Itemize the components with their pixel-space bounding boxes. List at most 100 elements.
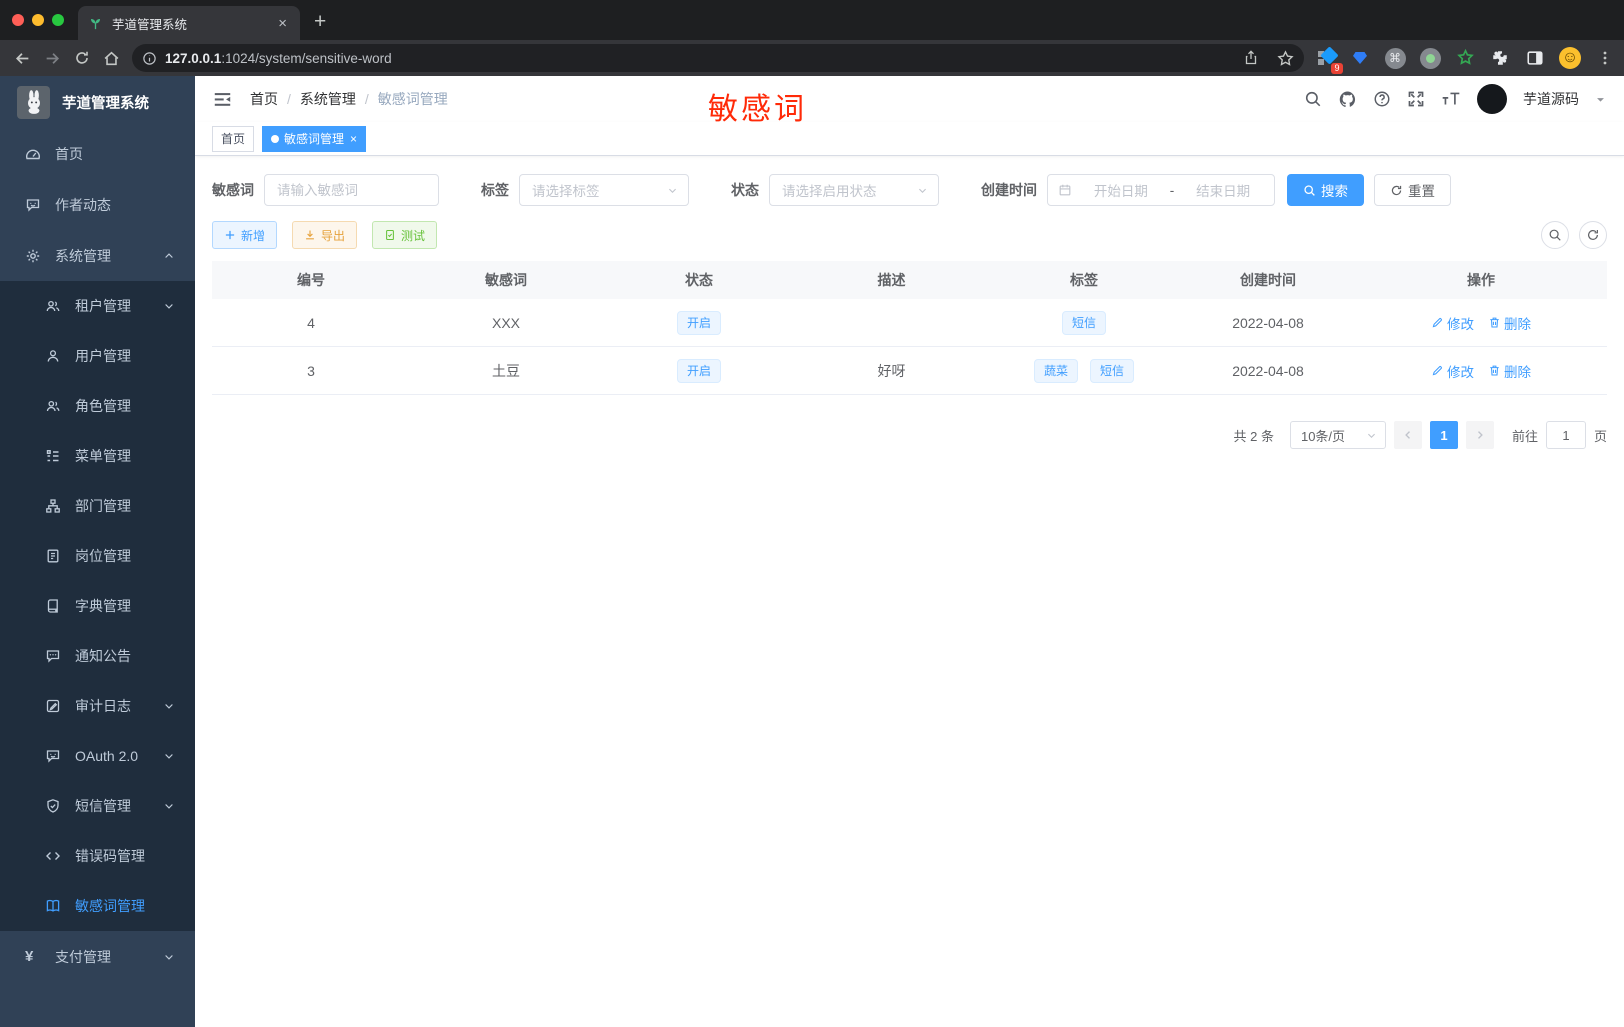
gem-extension-icon[interactable] — [1349, 47, 1371, 69]
test-button[interactable]: 测试 — [372, 221, 438, 249]
reload-icon[interactable] — [67, 44, 97, 72]
chevron-down-icon — [917, 185, 928, 196]
new-tab-button[interactable]: + — [314, 10, 326, 34]
command-extension-icon[interactable]: ⌘ — [1384, 47, 1406, 69]
profile-avatar-smiley[interactable]: ☺ — [1559, 47, 1581, 69]
page-size-select[interactable]: 10条/页 — [1289, 421, 1386, 449]
fullscreen-icon[interactable] — [1407, 90, 1425, 108]
sidebar-item-role[interactable]: 角色管理 — [0, 381, 195, 431]
header-search-icon[interactable] — [1304, 90, 1322, 108]
reset-button[interactable]: 重置 — [1374, 174, 1451, 206]
sidebar-item-post[interactable]: 岗位管理 — [0, 531, 195, 581]
browser-menu-icon[interactable] — [1594, 47, 1616, 69]
url-path: :1024/system/sensitive-word — [221, 50, 392, 66]
code-icon — [45, 848, 61, 864]
table-refresh-icon[interactable] — [1579, 221, 1607, 249]
rabbit-logo — [17, 85, 50, 119]
share-icon[interactable] — [1243, 50, 1259, 66]
page-number-current[interactable]: 1 — [1429, 421, 1458, 449]
sidebar-item-label: 敏感词管理 — [75, 898, 145, 914]
sidebar-item-dept[interactable]: 部门管理 — [0, 481, 195, 531]
page-content: 敏感词 标签 请选择标签 状态 请选择启用状态 — [195, 156, 1624, 1027]
github-icon[interactable] — [1338, 90, 1357, 109]
sidebar-item-errcode[interactable]: 错误码管理 — [0, 831, 195, 881]
cell-word: 土豆 — [492, 362, 520, 379]
bookmark-star-icon[interactable] — [1277, 49, 1294, 67]
app-title: 芋道管理系统 — [62, 95, 149, 112]
breadcrumb-system[interactable]: 系统管理 — [300, 89, 356, 109]
tag-label: 标签 — [481, 182, 509, 198]
sidebar-item-audit-log[interactable]: 审计日志 — [0, 681, 195, 731]
chevron-down-icon — [667, 185, 678, 196]
goto-page-input[interactable] — [1545, 421, 1586, 449]
back-icon[interactable] — [8, 44, 38, 72]
username[interactable]: 芋道源码 — [1523, 89, 1579, 109]
help-icon[interactable] — [1373, 90, 1391, 108]
sidebar-item-label: 角色管理 — [75, 398, 131, 414]
sidebar-item-oauth[interactable]: OAuth 2.0 — [0, 731, 195, 781]
sidebar-item-author-news[interactable]: 作者动态 — [0, 179, 195, 230]
add-button[interactable]: 新增 — [212, 221, 278, 249]
sidebar-item-dict[interactable]: 字典管理 — [0, 581, 195, 631]
zoom-window-button[interactable] — [52, 14, 64, 26]
collapse-sidebar-icon[interactable] — [213, 90, 232, 109]
export-button[interactable]: 导出 — [292, 221, 358, 249]
keyword-input[interactable] — [265, 182, 438, 198]
sidebar-item-sms[interactable]: 短信管理 — [0, 781, 195, 831]
sidebar-item-user[interactable]: 用户管理 — [0, 331, 195, 381]
tag-select[interactable]: 请选择标签 — [519, 174, 689, 206]
home-icon[interactable] — [97, 44, 127, 72]
chevron-down-icon — [163, 700, 175, 712]
caret-down-icon[interactable] — [1595, 94, 1606, 105]
keyword-input-wrap — [264, 174, 439, 206]
edit-link[interactable]: 修改 — [1431, 361, 1474, 381]
table-search-toggle-icon[interactable] — [1541, 221, 1569, 249]
search-button[interactable]: 搜索 — [1287, 174, 1364, 206]
tag-sensitive-word[interactable]: 敏感词管理 × — [262, 125, 367, 152]
minimize-window-button[interactable] — [32, 14, 44, 26]
app-logo-row[interactable]: 芋道管理系统 — [0, 76, 195, 128]
col-header-ops: 操作 — [1467, 272, 1495, 288]
sidebar-item-system[interactable]: 系统管理 — [0, 230, 195, 281]
sidebar-item-menu[interactable]: 菜单管理 — [0, 431, 195, 481]
col-header-id: 编号 — [297, 272, 325, 288]
browser-tab[interactable]: 芋道管理系统 × — [78, 6, 300, 40]
site-info-icon[interactable] — [142, 51, 157, 66]
url-bar[interactable]: 127.0.0.1:1024/system/sensitive-word — [132, 44, 1304, 72]
table-row: 3 土豆 开启 好呀 蔬菜 短信 2022-04-08 修改 删除 — [212, 347, 1607, 395]
tab-close-icon[interactable]: × — [275, 15, 290, 32]
chevron-down-icon — [163, 951, 175, 963]
tag-close-icon[interactable]: × — [350, 132, 357, 146]
sidebar-item-pay[interactable]: ¥ 支付管理 — [0, 931, 195, 982]
delete-link[interactable]: 删除 — [1488, 313, 1531, 333]
status-select[interactable]: 请选择启用状态 — [769, 174, 939, 206]
font-size-icon[interactable] — [1441, 90, 1461, 108]
tag-badge: 短信 — [1061, 310, 1106, 335]
prev-page-button[interactable] — [1393, 421, 1422, 449]
extensions-puzzle-icon[interactable] — [1489, 47, 1511, 69]
sidebar-item-home[interactable]: 首页 — [0, 128, 195, 179]
sidebar: 芋道管理系统 首页 作者动态 系统管理 租户管理 用户管理 角色管理 菜单管理 … — [0, 76, 195, 1027]
delete-link[interactable]: 删除 — [1488, 361, 1531, 381]
sidepanel-icon[interactable] — [1524, 47, 1546, 69]
octotree-extension-icon[interactable] — [1454, 47, 1476, 69]
user-avatar[interactable] — [1477, 84, 1507, 114]
recorder-extension-icon[interactable] — [1419, 47, 1441, 69]
devtools-extension-icon[interactable]: 9 — [1314, 46, 1343, 74]
edit-link[interactable]: 修改 — [1431, 313, 1474, 333]
breadcrumb-home[interactable]: 首页 — [250, 89, 278, 109]
status-label: 状态 — [731, 182, 759, 198]
sidebar-item-label: 用户管理 — [75, 348, 131, 364]
next-page-button[interactable] — [1465, 421, 1494, 449]
tag-home[interactable]: 首页 — [212, 125, 255, 152]
col-header-tags: 标签 — [1070, 272, 1098, 288]
dashboard-icon — [25, 146, 41, 162]
sidebar-item-label: 首页 — [55, 145, 83, 162]
sidebar-item-notice[interactable]: 通知公告 — [0, 631, 195, 681]
date-range-picker[interactable]: 开始日期 - 结束日期 — [1047, 174, 1275, 206]
sidebar-item-tenant[interactable]: 租户管理 — [0, 281, 195, 331]
chevron-down-icon — [163, 300, 175, 312]
forward-icon[interactable] — [38, 44, 68, 72]
close-window-button[interactable] — [12, 14, 24, 26]
sidebar-item-sensitive-word[interactable]: 敏感词管理 — [0, 881, 195, 931]
